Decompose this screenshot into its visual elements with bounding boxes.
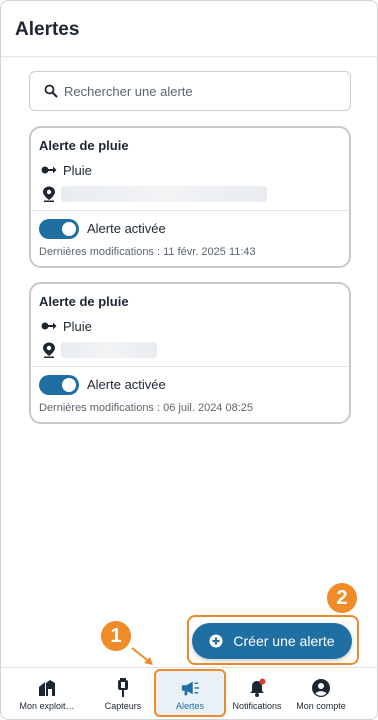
create-alert-button[interactable]: Créer une alerte	[192, 623, 352, 659]
step-marker-1: 1	[101, 621, 131, 651]
sensor-icon	[113, 677, 133, 698]
toggle-knob	[62, 378, 76, 392]
alert-toggle-label: Alerte activée	[87, 377, 166, 392]
search-icon	[44, 84, 58, 98]
sensor-key-icon	[41, 162, 57, 178]
alert-title: Alerte de pluie	[39, 294, 129, 309]
step-marker-2: 2	[327, 583, 357, 613]
toggle-knob	[62, 222, 76, 236]
plus-circle-icon	[209, 634, 223, 648]
alert-location	[41, 186, 63, 202]
sensor-key-icon	[41, 318, 57, 334]
card-divider	[31, 210, 349, 211]
alert-title: Alerte de pluie	[39, 138, 129, 153]
alert-toggle[interactable]	[39, 375, 79, 395]
location-redacted	[61, 342, 157, 358]
farm-icon	[37, 678, 57, 698]
nav-item-farm[interactable]: Mon exploit…	[11, 667, 83, 719]
nav-label: Capteurs	[104, 700, 142, 711]
nav-label: Mon compte	[296, 700, 346, 711]
search-input[interactable]: Rechercher une alerte	[29, 71, 351, 111]
nav-label: Mon exploit…	[19, 700, 75, 711]
nav-item-alerts[interactable]: Alertes	[156, 667, 224, 719]
app-header: Alertes	[1, 1, 377, 57]
pointer-arrow	[131, 647, 153, 665]
alert-sensor: Pluie	[41, 162, 92, 178]
megaphone-icon	[180, 678, 200, 698]
location-pin-icon	[41, 186, 57, 202]
alert-location	[41, 342, 63, 358]
card-divider	[31, 366, 349, 367]
alert-card[interactable]: Alerte de pluie Pluie Alerte activée Der…	[29, 126, 351, 268]
search-placeholder: Rechercher une alerte	[64, 84, 193, 99]
nav-item-notifications[interactable]: Notifications	[227, 667, 287, 719]
page-title: Alertes	[15, 19, 80, 40]
nav-label: Alertes	[175, 700, 204, 711]
alert-modified: Dernières modifications : 06 juil. 2024 …	[39, 402, 254, 414]
alert-card[interactable]: Alerte de pluie Pluie Alerte activée Der…	[29, 282, 351, 424]
bell-icon	[247, 678, 267, 698]
alert-toggle-label: Alerte activée	[87, 221, 166, 236]
account-icon	[311, 678, 331, 698]
alert-toggle[interactable]	[39, 219, 79, 239]
alert-modified: Dernières modifications : 11 févr. 2025 …	[39, 246, 256, 258]
location-redacted	[61, 186, 267, 202]
app-frame: Alertes Rechercher une alerte Alerte de …	[0, 0, 378, 720]
nav-item-sensors[interactable]: Capteurs	[95, 667, 151, 719]
alert-sensor-label: Pluie	[63, 318, 92, 334]
location-pin-icon	[41, 342, 57, 358]
nav-item-account[interactable]: Mon compte	[291, 667, 351, 719]
nav-label: Notifications	[232, 700, 282, 711]
alert-sensor: Pluie	[41, 318, 92, 334]
create-alert-label: Créer une alerte	[233, 633, 335, 649]
alert-sensor-label: Pluie	[63, 162, 92, 178]
